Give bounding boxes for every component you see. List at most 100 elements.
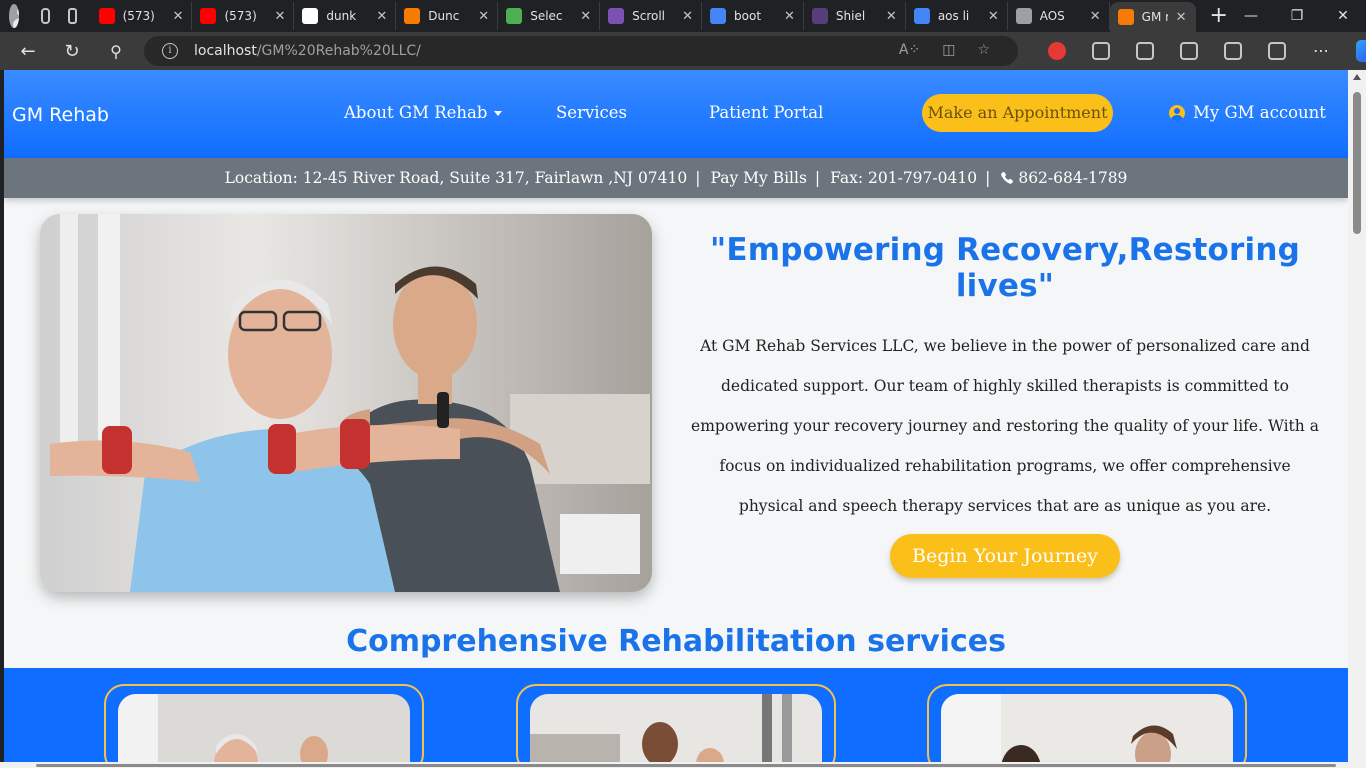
immersive-reader-icon[interactable]: ◫ xyxy=(942,42,955,58)
browser-tab[interactable]: (573) ✕ xyxy=(91,2,193,30)
close-tab-icon[interactable]: ✕ xyxy=(478,9,489,24)
search-icon xyxy=(913,8,930,24)
workspaces-icon[interactable] xyxy=(40,8,50,24)
close-tab-icon[interactable]: ✕ xyxy=(886,9,897,24)
github-icon xyxy=(302,8,319,24)
tab-actions-icon[interactable] xyxy=(67,8,77,24)
search-icon xyxy=(710,8,727,24)
nav-services-link[interactable]: Services xyxy=(556,103,627,122)
read-aloud-icon[interactable]: A⁘ xyxy=(899,42,920,58)
tab-strip: (573) ✕ (573) ✕ dunk ✕ Dunc ✕ Selec ✕ Scroll ✕ boot ✕… xyxy=(91,0,1196,32)
new-tab-icon[interactable]: + xyxy=(1210,5,1228,27)
minimize-icon[interactable]: — xyxy=(1228,8,1274,24)
browser-tab[interactable]: boot ✕ xyxy=(702,2,804,30)
my-account-link[interactable]: My GM account xyxy=(1169,103,1326,122)
performance-icon[interactable] xyxy=(1268,42,1286,60)
tab-title: Dunc xyxy=(428,9,460,23)
favorite-star-icon[interactable]: ☆ xyxy=(977,42,990,58)
make-appointment-button[interactable]: Make an Appointment xyxy=(922,94,1113,132)
browser-tab[interactable]: Scroll ✕ xyxy=(600,2,703,30)
close-tab-icon[interactable]: ✕ xyxy=(173,9,184,24)
close-window-icon[interactable]: ✕ xyxy=(1320,8,1366,24)
url-host: localhost xyxy=(194,43,257,59)
close-tab-icon[interactable]: ✕ xyxy=(1090,9,1101,24)
app-icon xyxy=(1117,9,1134,25)
scrollbar-thumb[interactable] xyxy=(1353,92,1361,234)
search-icon[interactable]: ⚲ xyxy=(105,42,127,61)
youtube-icon xyxy=(200,8,217,24)
page-viewport: GM Rehab About GM Rehab Services Patient… xyxy=(4,70,1348,762)
close-tab-icon[interactable]: ✕ xyxy=(580,9,591,24)
horizontal-scrollbar-thumb[interactable] xyxy=(36,764,1336,767)
url-text[interactable]: localhost/GM%20Rehab%20LLC/ xyxy=(194,43,421,59)
zoho-icon xyxy=(506,8,523,24)
tab-title: Shiel xyxy=(835,9,866,23)
restore-icon[interactable]: ❐ xyxy=(1274,8,1320,24)
nav-about-dropdown[interactable]: About GM Rehab xyxy=(344,103,503,122)
close-tab-icon[interactable]: ✕ xyxy=(784,9,795,24)
extensions-icon[interactable] xyxy=(1092,42,1110,60)
close-tab-icon[interactable]: ✕ xyxy=(682,9,693,24)
hero-therapy-photo xyxy=(40,214,652,592)
tab-title: AOS xyxy=(1039,9,1065,23)
tab-title: Selec xyxy=(530,9,563,23)
phone-number[interactable]: 862-684-1789 xyxy=(1018,169,1127,187)
my-account-label: My GM account xyxy=(1193,103,1326,122)
browser-tab[interactable]: dunk ✕ xyxy=(294,2,397,30)
begin-journey-button[interactable]: Begin Your Journey xyxy=(890,534,1120,578)
services-heading: Comprehensive Rehabilitation services xyxy=(346,624,1006,659)
tab-title: (573) xyxy=(224,9,257,23)
favorites-icon[interactable] xyxy=(1180,42,1198,60)
profile-avatar-icon[interactable] xyxy=(9,4,19,28)
copilot-icon[interactable] xyxy=(1356,40,1366,62)
fax-text: Fax: 201-797-0410 xyxy=(830,169,978,187)
collections-icon[interactable] xyxy=(1224,42,1242,60)
vertical-scrollbar[interactable] xyxy=(1348,70,1366,762)
browser-tab[interactable]: AOS ✕ xyxy=(1008,2,1110,30)
close-tab-icon[interactable]: ✕ xyxy=(988,9,999,24)
site-info-icon[interactable]: i xyxy=(162,43,178,59)
chevron-down-icon xyxy=(494,111,503,116)
browser-tab[interactable]: aos li ✕ xyxy=(906,2,1008,30)
adblock-extension-icon[interactable] xyxy=(1048,42,1066,60)
bootstrap-icon xyxy=(608,8,625,24)
service-card-photo xyxy=(530,694,822,762)
therapy-illustration xyxy=(40,214,652,592)
site-navbar: GM Rehab About GM Rehab Services Patient… xyxy=(4,70,1348,158)
scroll-up-icon[interactable] xyxy=(1353,74,1361,80)
close-tab-icon[interactable]: ✕ xyxy=(376,9,387,24)
user-circle-icon xyxy=(1169,104,1185,121)
browser-toolbar: ← ↻ ⚲ i localhost/GM%20Rehab%20LLC/ A⁘ ◫… xyxy=(0,32,1366,70)
extensions-area: ⋯ xyxy=(1022,32,1366,70)
info-separator: | xyxy=(985,169,991,187)
more-menu-icon[interactable]: ⋯ xyxy=(1312,42,1330,60)
tab-title: aos li xyxy=(937,9,970,23)
close-tab-icon[interactable]: ✕ xyxy=(1176,10,1187,25)
pay-bills-link[interactable]: Pay My Bills xyxy=(710,169,806,187)
tab-title: boot xyxy=(734,9,762,23)
tab-title: GM r xyxy=(1141,10,1168,24)
browser-tab[interactable]: Shiel ✕ xyxy=(804,2,906,30)
service-card-photo xyxy=(941,694,1233,762)
service-card[interactable] xyxy=(516,684,836,762)
service-card[interactable] xyxy=(104,684,424,762)
browser-tab[interactable]: GM r ✕ xyxy=(1109,2,1196,32)
service-photo-3 xyxy=(941,694,1233,762)
back-icon[interactable]: ← xyxy=(17,41,39,62)
horizontal-scrollbar[interactable] xyxy=(0,762,1366,768)
tab-title: dunk xyxy=(326,9,357,23)
split-screen-icon[interactable] xyxy=(1136,42,1154,60)
info-separator: | xyxy=(695,169,701,187)
nav-patient-portal-link[interactable]: Patient Portal xyxy=(709,103,823,122)
browser-tab[interactable]: Selec ✕ xyxy=(498,2,601,30)
close-tab-icon[interactable]: ✕ xyxy=(274,9,285,24)
address-bar[interactable]: i localhost/GM%20Rehab%20LLC/ A⁘ ◫ ☆ xyxy=(144,36,1018,66)
service-photo-1 xyxy=(118,694,410,762)
service-card[interactable] xyxy=(927,684,1247,762)
browser-tab[interactable]: Dunc ✕ xyxy=(396,2,499,30)
hero-heading: "Empowering Recovery,Restoring lives" xyxy=(709,232,1301,304)
site-brand[interactable]: GM Rehab xyxy=(12,104,109,126)
document-icon xyxy=(1015,8,1032,24)
reload-icon[interactable]: ↻ xyxy=(61,41,83,62)
browser-tab[interactable]: (573) ✕ xyxy=(192,2,295,30)
